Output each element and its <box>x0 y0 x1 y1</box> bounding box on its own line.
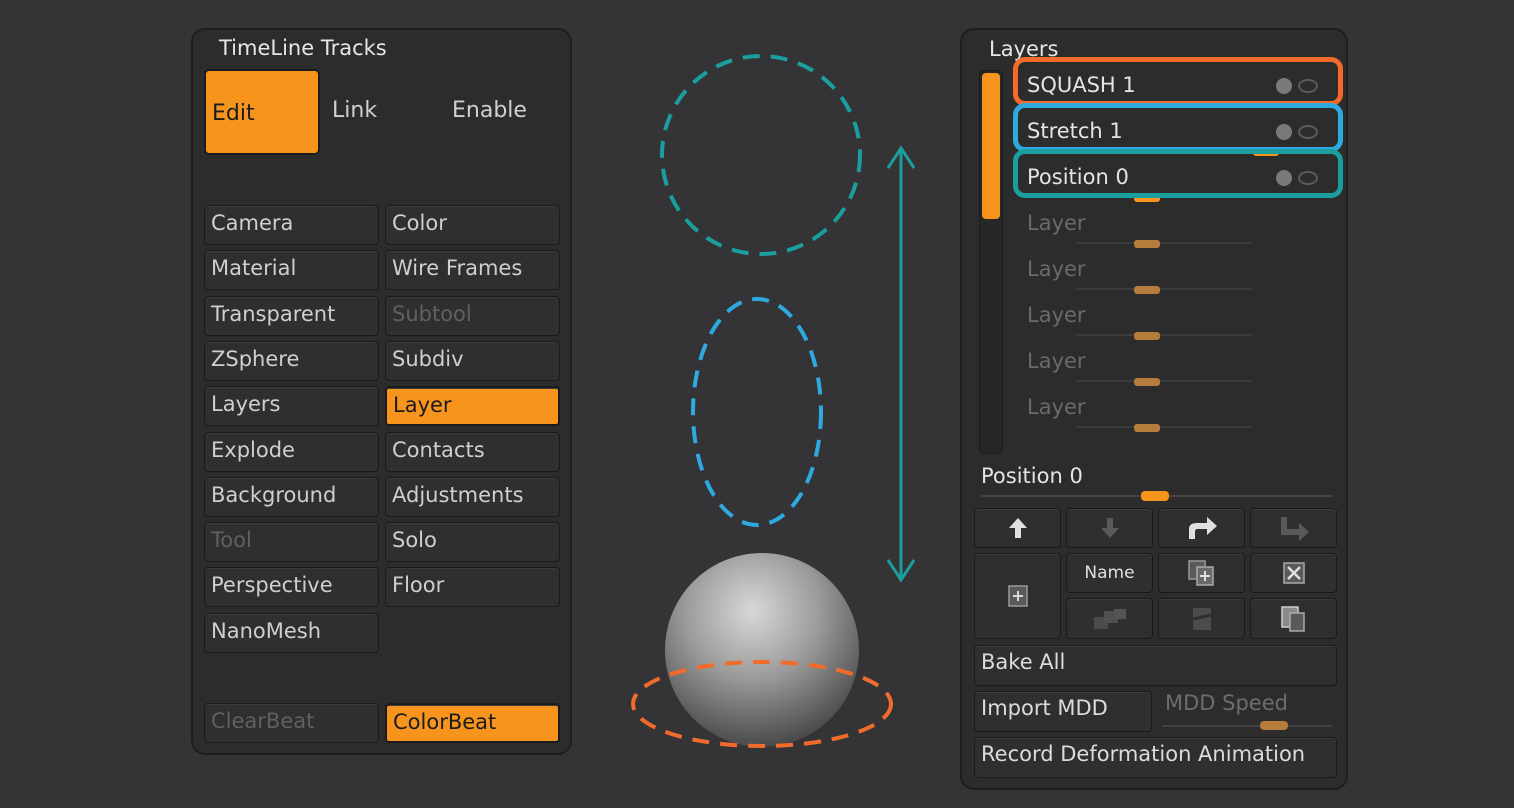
layer-name: Layer <box>1027 257 1086 281</box>
layer-row[interactable]: Layer <box>1026 390 1334 432</box>
edit-button[interactable]: Edit <box>204 69 320 155</box>
position-circle-outline <box>660 54 862 256</box>
bake-all-button[interactable]: Bake All <box>974 645 1337 686</box>
clearbeat-button[interactable]: ClearBeat <box>204 703 379 743</box>
timeline-panel-title: TimeLine Tracks <box>219 36 387 60</box>
name-button[interactable]: Name <box>1066 553 1153 593</box>
redo-arrow-icon <box>1188 517 1217 539</box>
redo-button[interactable] <box>1158 508 1245 548</box>
position-slider-label: Position 0 <box>981 464 1083 488</box>
move-up-button[interactable] <box>974 508 1061 548</box>
mdd-speed-label: MDD Speed <box>1165 691 1288 715</box>
delete-layer-button[interactable] <box>1250 553 1337 593</box>
duplicate-icon <box>1187 560 1214 586</box>
track-button-solo[interactable]: Solo <box>385 522 560 563</box>
track-button-adjustments[interactable]: Adjustments <box>385 476 560 517</box>
layer-strength-knob[interactable] <box>1134 332 1160 340</box>
layer-row[interactable]: Layer <box>1026 344 1334 386</box>
track-button-floor[interactable]: Floor <box>385 567 560 608</box>
record-deformation-animation-button[interactable]: Record Deformation Animation <box>974 737 1337 778</box>
new-layer-icon <box>1007 585 1028 607</box>
mdd-speed-slider-knob[interactable] <box>1260 721 1288 730</box>
arrow-down-icon <box>1100 518 1119 538</box>
move-down-button[interactable] <box>1066 508 1153 548</box>
track-button-transparent[interactable]: Transparent <box>204 295 379 336</box>
track-button-tool[interactable]: Tool <box>204 522 379 563</box>
layer-strength-knob[interactable] <box>1134 240 1160 248</box>
illustration-svg <box>631 54 916 748</box>
turn-button[interactable] <box>1250 508 1337 548</box>
layer-strength-knob[interactable] <box>1134 286 1160 294</box>
layer-highlight-outline <box>1013 57 1343 106</box>
layers-scrollbar-thumb[interactable] <box>982 73 1000 219</box>
vertical-arrow-icon <box>886 145 916 583</box>
mdd-speed-slider-track[interactable] <box>1162 725 1332 727</box>
layer-row[interactable]: Layer <box>1026 298 1334 340</box>
colorbeat-button[interactable]: ColorBeat <box>385 703 560 743</box>
new-layer-button[interactable] <box>974 553 1061 639</box>
sphere-model <box>665 553 859 747</box>
layer-name: Layer <box>1027 211 1086 235</box>
track-button-layers[interactable]: Layers <box>204 386 379 427</box>
track-button-color[interactable]: Color <box>385 205 560 245</box>
layer-strength-track[interactable] <box>1076 334 1252 336</box>
copy-icon <box>1280 605 1305 632</box>
layer-strength-track[interactable] <box>1076 380 1252 382</box>
name-button-label: Name <box>1084 563 1135 583</box>
layer-highlight-outline <box>1013 149 1343 198</box>
layer-strength-track[interactable] <box>1076 288 1252 290</box>
link-button[interactable]: Link <box>332 98 377 123</box>
import-mdd-button[interactable]: Import MDD <box>974 691 1152 732</box>
layer-strength-track[interactable] <box>1076 242 1252 244</box>
track-button-material[interactable]: Material <box>204 250 379 291</box>
track-button-nanomesh[interactable]: NanoMesh <box>204 612 379 653</box>
track-button-wire-frames[interactable]: Wire Frames <box>385 250 560 291</box>
layer-row[interactable]: Layer <box>1026 206 1334 248</box>
stretch-ellipse-outline <box>691 297 823 527</box>
track-button-zsphere[interactable]: ZSphere <box>204 340 379 381</box>
layer-highlight-outline <box>1013 103 1343 152</box>
track-button-subdiv[interactable]: Subdiv <box>385 340 560 381</box>
turn-arrow-icon <box>1280 517 1309 541</box>
merge-down-button[interactable] <box>1066 598 1153 639</box>
layer-strength-track[interactable] <box>1076 426 1252 428</box>
timeline-tracks-panel: TimeLine Tracks Edit Link Enable Camera C… <box>191 28 572 755</box>
duplicate-layer-button[interactable] <box>1158 553 1245 593</box>
merge-down-icon <box>1093 608 1126 629</box>
track-button-layer[interactable]: Layer <box>385 386 560 427</box>
split-button[interactable] <box>1158 598 1245 639</box>
squash-stretch-illustration <box>600 40 950 760</box>
layer-name: Layer <box>1027 349 1086 373</box>
position-slider-knob[interactable] <box>1141 491 1169 501</box>
layers-scrollbar[interactable] <box>979 70 1003 454</box>
layer-row[interactable]: Layer <box>1026 252 1334 294</box>
copy-layer-button[interactable] <box>1250 598 1337 639</box>
layer-name: Layer <box>1027 395 1086 419</box>
enable-button[interactable]: Enable <box>452 98 527 123</box>
track-button-contacts[interactable]: Contacts <box>385 431 560 472</box>
track-button-camera[interactable]: Camera <box>204 205 379 245</box>
arrow-up-icon <box>1008 518 1027 538</box>
track-button-background[interactable]: Background <box>204 476 379 517</box>
track-button-subtool[interactable]: Subtool <box>385 295 560 336</box>
split-icon <box>1192 607 1211 630</box>
track-button-perspective[interactable]: Perspective <box>204 567 379 608</box>
layer-strength-knob[interactable] <box>1134 378 1160 386</box>
delete-icon <box>1282 562 1305 584</box>
layers-panel: Layers SQUASH 1 Stretch 1 Position 0 Layer L… <box>960 28 1348 790</box>
layer-name: Layer <box>1027 303 1086 327</box>
track-button-explode[interactable]: Explode <box>204 431 379 472</box>
layer-strength-knob[interactable] <box>1134 424 1160 432</box>
